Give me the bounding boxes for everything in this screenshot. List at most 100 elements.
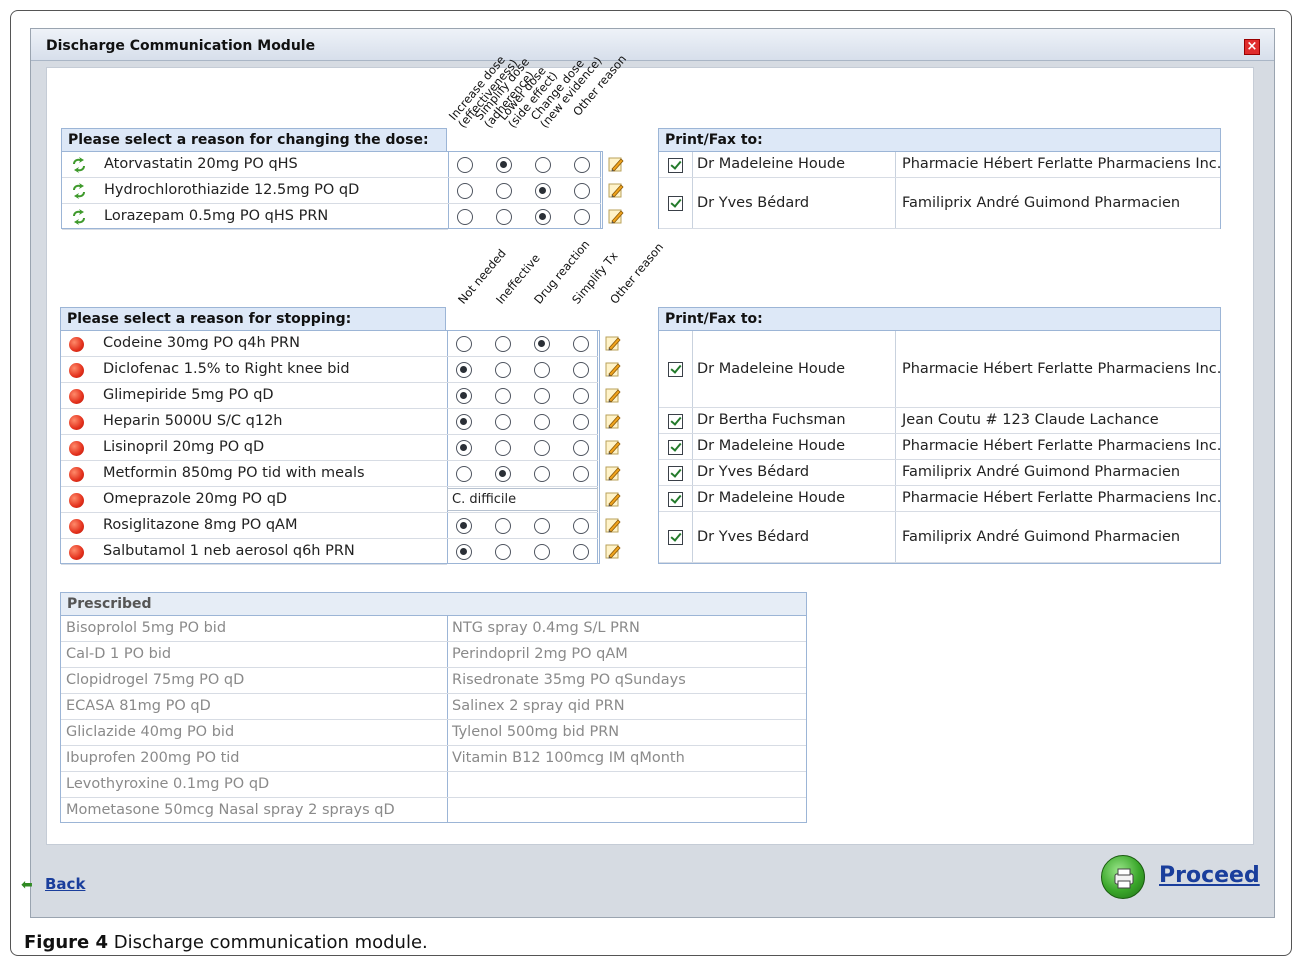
table-row: Lorazepam 0.5mg PO qHS PRN <box>62 204 448 230</box>
reason-radio[interactable] <box>573 336 589 352</box>
printfax-divider <box>895 331 896 407</box>
printfax-row: Dr Madeleine Houde Pharmacie Hébert Ferla… <box>659 152 1221 178</box>
reason-radio[interactable] <box>456 440 472 456</box>
printfax-checkbox[interactable] <box>668 362 683 377</box>
printfax-divider <box>895 434 896 459</box>
reason-radio[interactable] <box>456 336 472 352</box>
pencil-icon[interactable] <box>604 516 622 534</box>
reason-radio[interactable] <box>495 336 511 352</box>
pencil-icon[interactable] <box>604 542 622 560</box>
printfax-checkbox[interactable] <box>668 439 683 455</box>
reason-radio[interactable] <box>457 183 473 199</box>
stop-section-header: Please select a reason for stopping: <box>60 307 446 331</box>
left-arrow-icon: ⬅ <box>21 877 33 893</box>
reason-radio[interactable] <box>495 466 511 482</box>
printfax-checkbox[interactable] <box>668 530 683 545</box>
reason-radio[interactable] <box>456 466 472 482</box>
pencil-icon[interactable] <box>607 207 625 225</box>
reason-radio[interactable] <box>573 362 589 378</box>
reason-radio[interactable] <box>574 183 590 199</box>
red-dot-icon <box>69 519 84 534</box>
reason-radio[interactable] <box>574 157 590 173</box>
drug-name: Rosiglitazone 8mg PO qAM <box>103 517 298 533</box>
reason-radio[interactable] <box>573 414 589 430</box>
reason-radio[interactable] <box>573 440 589 456</box>
reason-radio[interactable] <box>495 440 511 456</box>
red-dot-icon <box>69 389 84 404</box>
reason-radio[interactable] <box>496 157 512 173</box>
pencil-icon[interactable] <box>607 181 625 199</box>
reason-radio[interactable] <box>535 183 551 199</box>
recycle-arrows-icon <box>70 182 88 200</box>
reason-radio[interactable] <box>457 209 473 225</box>
reason-radio[interactable] <box>456 362 472 378</box>
reason-radio[interactable] <box>534 336 550 352</box>
reason-radio[interactable] <box>495 388 511 404</box>
reason-radio[interactable] <box>535 157 551 173</box>
row-divider <box>447 434 598 435</box>
reason-radio[interactable] <box>534 518 550 534</box>
back-link[interactable]: ⬅ Back <box>21 875 86 893</box>
caption-label: Figure 4 <box>24 932 109 953</box>
reason-radio[interactable] <box>456 388 472 404</box>
reason-radio[interactable] <box>495 362 511 378</box>
pharmacy-name: Familiprix André Guimond Pharmacien <box>902 528 1181 545</box>
prescribed-item: Risedronate 35mg PO qSundays <box>452 672 686 688</box>
pencil-icon[interactable] <box>604 386 622 404</box>
reason-radio[interactable] <box>495 414 511 430</box>
reason-radio[interactable] <box>574 209 590 225</box>
table-row: Rosiglitazone 8mg PO qAM <box>61 513 447 539</box>
reason-radio[interactable] <box>495 544 511 560</box>
row-divider <box>447 356 598 357</box>
pencil-icon[interactable] <box>604 464 622 482</box>
printfax-checkbox[interactable] <box>668 157 683 173</box>
drug-name: Metformin 850mg PO tid with meals <box>103 465 365 481</box>
reason-radio[interactable] <box>573 466 589 482</box>
printfax-checkbox[interactable] <box>668 413 683 429</box>
pencil-icon[interactable] <box>604 490 622 508</box>
pencil-icon[interactable] <box>604 412 622 430</box>
reason-radio[interactable] <box>534 466 550 482</box>
doctor-name: Dr Madeleine Houde <box>697 360 846 377</box>
table-row: Atorvastatin 20mg PO qHS <box>62 152 448 178</box>
pharmacy-name: Pharmacie Hébert Ferlatte Pharmaciens In… <box>902 490 1222 506</box>
drug-name: Omeprazole 20mg PO qD <box>103 491 288 507</box>
pencil-icon[interactable] <box>607 155 625 173</box>
back-label: Back <box>45 875 86 893</box>
reason-radio[interactable] <box>534 414 550 430</box>
proceed-button[interactable]: Proceed <box>1159 863 1260 888</box>
prescribed-item: Clopidrogel 75mg PO qD <box>66 672 245 688</box>
reason-radio[interactable] <box>496 209 512 225</box>
pencil-icon[interactable] <box>604 334 622 352</box>
reason-radio[interactable] <box>457 157 473 173</box>
reason-radio[interactable] <box>456 518 472 534</box>
reason-radio[interactable] <box>573 518 589 534</box>
reason-radio[interactable] <box>535 209 551 225</box>
reason-radio[interactable] <box>456 414 472 430</box>
reason-radio[interactable] <box>495 518 511 534</box>
reason-radio[interactable] <box>534 362 550 378</box>
drug-name: Lorazepam 0.5mg PO qHS PRN <box>104 208 329 224</box>
reason-radio[interactable] <box>496 183 512 199</box>
reason-radio[interactable] <box>534 544 550 560</box>
printfax-row: Dr Yves Bédard Familiprix André Guimond P… <box>659 512 1220 563</box>
title-bar: Discharge Communication Module × <box>31 29 1274 61</box>
drug-name: Atorvastatin 20mg PO qHS <box>104 156 298 172</box>
printfax-checkbox[interactable] <box>668 196 683 211</box>
red-dot-icon <box>69 545 84 560</box>
close-icon[interactable]: × <box>1244 39 1260 55</box>
prescribed-item: Perindopril 2mg PO qAM <box>452 646 628 662</box>
printfax-checkbox[interactable] <box>668 465 683 481</box>
printer-icon[interactable] <box>1101 855 1145 899</box>
reason-radio[interactable] <box>534 388 550 404</box>
drug-name: Diclofenac 1.5% to Right knee bid <box>103 361 350 377</box>
reason-radio[interactable] <box>534 440 550 456</box>
pencil-icon[interactable] <box>604 360 622 378</box>
other-reason-field[interactable]: C. difficile <box>447 488 598 511</box>
reason-radio[interactable] <box>573 544 589 560</box>
reason-radio[interactable] <box>456 544 472 560</box>
reason-radio[interactable] <box>573 388 589 404</box>
pencil-icon[interactable] <box>604 438 622 456</box>
discharge-window: Discharge Communication Module × Increas… <box>21 28 1275 918</box>
printfax-checkbox[interactable] <box>668 491 683 507</box>
